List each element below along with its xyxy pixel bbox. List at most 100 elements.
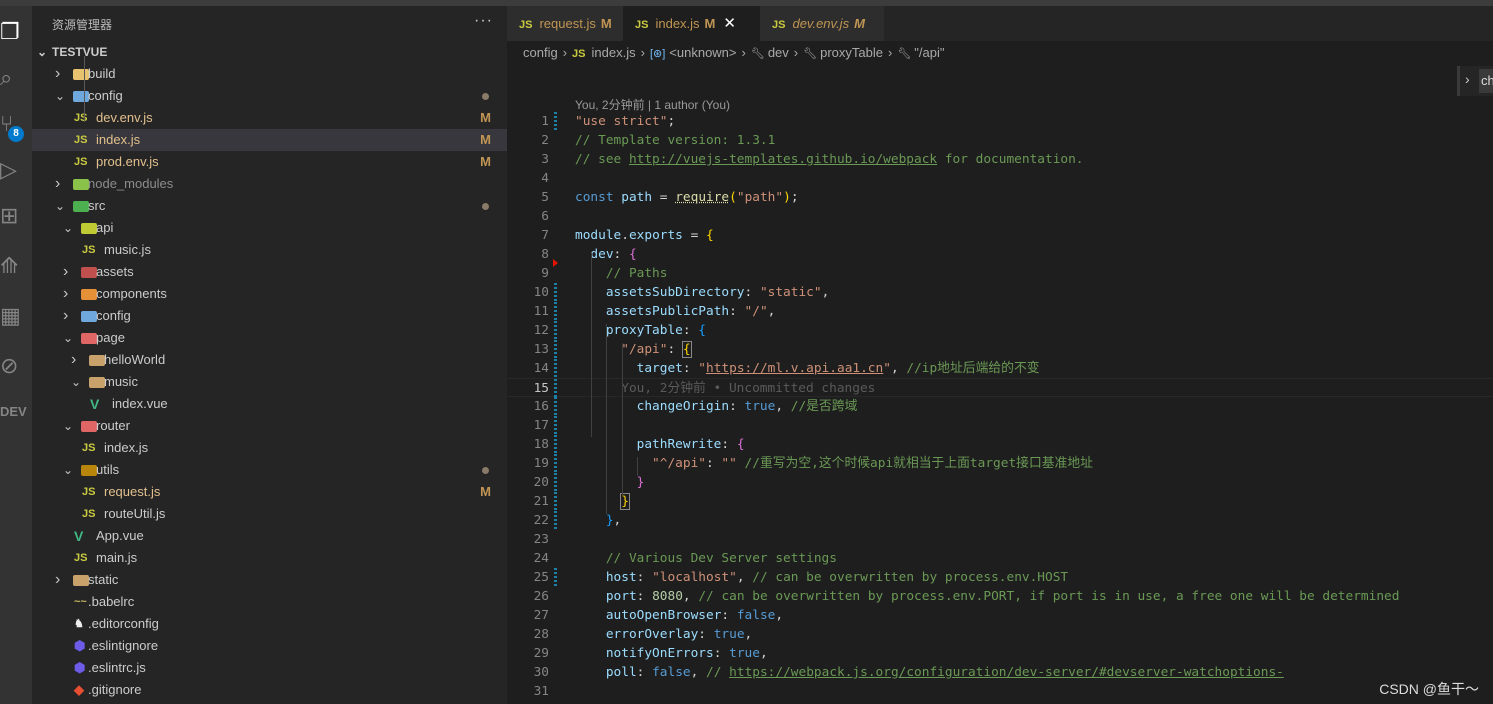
line-number[interactable]: 19 [507,454,549,473]
breadcrumb-item[interactable]: config [523,45,558,60]
line-number[interactable]: 20 [507,473,549,492]
tree-item[interactable]: Vindex.vue [32,393,507,415]
line-number[interactable]: 25 [507,568,549,587]
run-debug-button[interactable]: ▷ [0,150,32,190]
search-button[interactable]: ⌕ [0,58,32,98]
code-line[interactable]: 10 assetsSubDirectory: "static", [507,283,1493,302]
code-line[interactable]: 28 errorOverlay: true, [507,625,1493,644]
line-number[interactable]: 5 [507,188,549,207]
tree-item[interactable]: ⌄ music [32,371,507,393]
code-line[interactable]: 19 "^/api": "" //重写为空,这个时候api就相当于上面targe… [507,454,1493,473]
line-number[interactable]: 22 [507,511,549,530]
tree-item[interactable]: ⌄ src [32,195,507,217]
git-modified-indicator[interactable] [554,435,557,454]
tree-item[interactable]: ⌄ config [32,85,507,107]
chat-panel-toggle[interactable]: › ch [1457,66,1493,96]
breadcrumb-item[interactable]: 🔧︎ dev [751,45,789,60]
code-line[interactable]: 9 // Paths [507,264,1493,283]
code-line[interactable]: 1 "use strict"; [507,112,1493,131]
tree-item[interactable]: ⌄ api [32,217,507,239]
git-modified-indicator[interactable] [554,492,557,511]
tree-item[interactable]: ⌄ router [32,415,507,437]
code-line[interactable]: 15 You, 2分钟前 • Uncommitted changes [507,378,1493,398]
git-modified-indicator[interactable] [554,340,557,359]
code-line[interactable]: 4 [507,169,1493,188]
codelens-blame[interactable]: You, 2分钟前 | 1 author (You) [575,96,730,113]
line-number[interactable]: 11 [507,302,549,321]
tree-item[interactable]: JS prod.env.js M [32,151,507,173]
tree-item[interactable]: › helloWorld [32,349,507,371]
line-number[interactable]: 26 [507,587,549,606]
chart-button[interactable]: ⟰ [0,246,32,286]
tree-item[interactable]: › node_modules [32,173,507,195]
code-line[interactable]: 21 } [507,492,1493,511]
code-line[interactable]: 25 host: "localhost", // can be overwrit… [507,568,1493,587]
code-line[interactable]: 23 [507,530,1493,549]
git-modified-indicator[interactable] [554,321,557,340]
code-line[interactable]: 14 target: "https://ml.v.api.aa1.cn", //… [507,359,1493,378]
code-line[interactable]: 2 // Template version: 1.3.1 [507,131,1493,150]
tree-item[interactable]: JS main.js [32,547,507,569]
code-line[interactable]: 30 poll: false, // https://webpack.js.or… [507,663,1493,682]
git-modified-indicator[interactable] [554,302,557,321]
line-number[interactable]: 31 [507,682,549,701]
tree-item[interactable]: ♞ .editorconfig [32,613,507,635]
line-number[interactable]: 10 [507,283,549,302]
line-number[interactable]: 21 [507,492,549,511]
git-modified-indicator[interactable] [554,379,557,398]
git-graph-button[interactable]: ⊘ [0,346,32,386]
git-modified-indicator[interactable] [554,112,557,131]
tree-item[interactable]: JS routeUtil.js [32,503,507,525]
line-number[interactable]: 18 [507,435,549,454]
code-line[interactable]: 8 dev: { [507,245,1493,264]
line-number[interactable]: 15 [507,379,549,398]
line-number[interactable]: 24 [507,549,549,568]
git-modified-indicator[interactable] [554,359,557,378]
breadcrumb-item[interactable]: 🔧︎ "/api" [897,45,944,60]
code-line[interactable]: 29 notifyOnErrors: true, [507,644,1493,663]
breadcrumb-item[interactable]: [⊛] <unknown> [650,45,737,60]
line-number[interactable]: 13 [507,340,549,359]
line-number[interactable]: 17 [507,416,549,435]
tree-item[interactable]: JS index.js M [32,129,507,151]
code-line[interactable]: 5 const path = require("path"); [507,188,1493,207]
git-modified-indicator[interactable] [554,283,557,302]
deleted-lines-marker[interactable] [553,259,558,267]
close-icon[interactable]: ✕ [723,15,736,32]
tree-item[interactable]: JS music.js [32,239,507,261]
code-line[interactable]: 24 // Various Dev Server settings [507,549,1493,568]
code-line[interactable]: 26 port: 8080, // can be overwritten by … [507,587,1493,606]
dev-button[interactable]: DEV [0,391,32,431]
tree-item[interactable]: › assets [32,261,507,283]
git-modified-indicator[interactable] [554,416,557,435]
git-modified-indicator[interactable] [554,454,557,473]
git-modified-indicator[interactable] [554,568,557,587]
tree-item[interactable]: JS dev.env.js M [32,107,507,129]
workspace-root[interactable]: ⌄ TESTVUE [32,41,507,63]
tree-item[interactable]: › static [32,569,507,591]
line-number[interactable]: 6 [507,207,549,226]
line-number[interactable]: 3 [507,150,549,169]
line-number[interactable]: 8 [507,245,549,264]
calendar-button[interactable]: ▦ [0,296,32,336]
code-line[interactable]: 3 // see http://vuejs-templates.github.io… [507,150,1493,169]
line-number[interactable]: 30 [507,663,549,682]
files-button[interactable]: ❐ [0,12,32,52]
code-line[interactable]: 17 [507,416,1493,435]
code-line[interactable]: 13 "/api": { [507,340,1493,359]
tree-item[interactable]: › build [32,63,507,85]
tree-item[interactable]: ◆ .gitignore [32,679,507,701]
code-line[interactable]: 18 pathRewrite: { [507,435,1493,454]
tree-item[interactable]: ~~ .babelrc [32,591,507,613]
line-number[interactable]: 27 [507,606,549,625]
code-line[interactable]: 20 } [507,473,1493,492]
code-line[interactable]: 12 proxyTable: { [507,321,1493,340]
tree-item[interactable]: JS request.js M [32,481,507,503]
tab-dev-env-js[interactable]: JS dev.env.js M [760,6,884,41]
code-line[interactable]: 27 autoOpenBrowser: false, [507,606,1493,625]
line-number[interactable]: 28 [507,625,549,644]
tree-item[interactable]: › components [32,283,507,305]
code-line[interactable]: 22 }, [507,511,1493,530]
tree-item[interactable]: ⌄ page [32,327,507,349]
tree-item[interactable]: JS index.js [32,437,507,459]
